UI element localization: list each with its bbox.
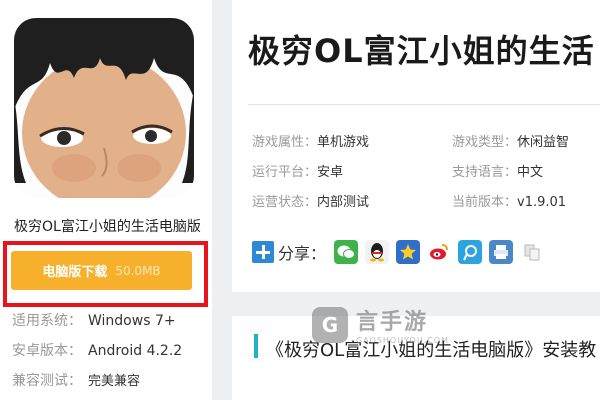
print-icon[interactable]: [489, 240, 514, 264]
watermark-logo-icon: G: [312, 306, 348, 343]
share-bar: 分享：: [252, 238, 551, 266]
spec-compat: 兼容测试： 完美兼容: [12, 370, 140, 390]
info-language-value: 中文: [517, 165, 544, 180]
wechat-icon[interactable]: [334, 240, 359, 264]
info-attribute-label: 游戏属性：: [252, 135, 318, 150]
info-status-value: 内部测试: [317, 195, 370, 210]
pc-download-button[interactable]: 电脑版下载 50.0MB: [11, 251, 192, 290]
spec-android-label: 安卓版本：: [12, 343, 82, 359]
share-label: 分享：: [278, 244, 327, 263]
info-attribute: 游戏属性：单机游戏: [252, 131, 369, 150]
page-title: 极穷OL富江小姐的生活: [248, 32, 595, 70]
app-name: 极穷OL富江小姐的生活电脑版: [14, 219, 201, 235]
spec-compat-value: 完美兼容: [88, 374, 141, 389]
info-language-label: 支持语言：: [452, 165, 518, 180]
info-version-label: 当前版本：: [452, 195, 518, 210]
info-type-label: 游戏类型：: [452, 135, 518, 150]
info-language: 支持语言：中文: [452, 161, 543, 180]
info-platform-value: 安卓: [317, 165, 344, 180]
face-illustration: [14, 18, 194, 198]
qzone-icon[interactable]: [396, 240, 421, 264]
info-platform-label: 运行平台：: [252, 165, 318, 180]
info-version-value: v1.9.01: [517, 195, 567, 210]
article-accent-bar: [254, 334, 258, 358]
share-plus-icon[interactable]: [252, 241, 274, 263]
info-type-value: 休闲益智: [517, 135, 570, 150]
spec-os-label: 适用系统：: [12, 313, 82, 329]
app-icon: [14, 18, 194, 198]
download-label: 电脑版下载: [42, 265, 108, 280]
download-size: 50.0MB: [115, 263, 161, 278]
watermark-subtext: GAOSHOUYOU.COM: [356, 336, 450, 345]
spec-os-value: Windows 7+: [88, 313, 176, 329]
info-attribute-value: 单机游戏: [317, 135, 370, 150]
site-watermark: G 言手游 GAOSHOUYOU.COM: [312, 304, 449, 345]
info-version: 当前版本：v1.9.01: [452, 191, 566, 210]
info-platform: 运行平台：安卓: [252, 161, 343, 180]
spec-compat-label: 兼容测试：: [12, 373, 82, 389]
spec-os: 适用系统： Windows 7+: [12, 310, 176, 330]
title-divider: [248, 104, 600, 105]
qq-icon[interactable]: [365, 240, 390, 264]
info-status: 运营状态：内部测试: [252, 191, 369, 210]
weibo-icon[interactable]: [427, 240, 452, 264]
tencent-weibo-icon[interactable]: [458, 240, 483, 264]
copy-icon[interactable]: [520, 240, 545, 264]
spec-android: 安卓版本： Android 4.2.2: [12, 340, 182, 360]
watermark-text: 言手游: [356, 310, 429, 335]
info-status-label: 运营状态：: [252, 195, 318, 210]
spec-android-value: Android 4.2.2: [88, 343, 183, 359]
info-type: 游戏类型：休闲益智: [452, 131, 569, 150]
